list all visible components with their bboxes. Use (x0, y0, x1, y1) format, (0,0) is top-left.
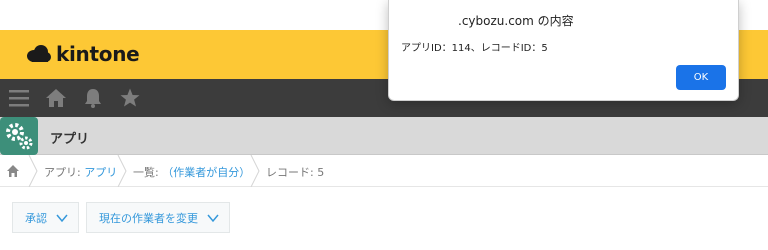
approve-action-button[interactable]: 承認 (12, 202, 79, 233)
menu-icon[interactable] (8, 87, 30, 109)
breadcrumb-view: 一覧: （作業者が自分） (133, 164, 250, 180)
cloud-logo-icon (27, 45, 51, 62)
app-gear-icon[interactable] (0, 117, 38, 155)
breadcrumb-separator (28, 155, 38, 187)
breadcrumb-record: レコード: 5 (266, 166, 325, 179)
change-assignee-label: 現在の作業者を変更 (99, 211, 198, 225)
breadcrumb-app-link[interactable]: アプリ (84, 166, 117, 179)
breadcrumb-view-link[interactable]: （作業者が自分） (162, 166, 250, 179)
app-header (0, 117, 768, 155)
breadcrumb-home-icon[interactable] (6, 164, 20, 178)
approve-action-label: 承認 (25, 211, 47, 225)
brand-name: kintone (56, 42, 140, 66)
home-icon[interactable] (45, 87, 67, 109)
breadcrumb: アプリ: アプリ 一覧: （作業者が自分） レコード: 5 (0, 155, 768, 187)
chevron-down-icon (207, 214, 219, 223)
dialog-title: .cybozu.com の内容 (458, 14, 574, 28)
alert-dialog: .cybozu.com の内容 アプリID：114、レコードID：5 OK (388, 0, 739, 101)
breadcrumb-separator (117, 155, 127, 187)
bell-icon[interactable] (82, 87, 104, 109)
app-title: アプリ (50, 132, 90, 147)
breadcrumb-app: アプリ: アプリ (44, 164, 117, 180)
breadcrumb-separator (250, 155, 260, 187)
kintone-logo[interactable]: kintone (26, 42, 140, 66)
chevron-down-icon (56, 214, 68, 223)
breadcrumb-app-prefix: アプリ: (44, 166, 85, 179)
ok-button[interactable]: OK (676, 65, 726, 90)
dialog-message: アプリID：114、レコードID：5 (401, 43, 548, 54)
change-assignee-button[interactable]: 現在の作業者を変更 (86, 202, 230, 233)
star-icon[interactable] (119, 87, 141, 109)
breadcrumb-view-prefix: 一覧: (133, 166, 163, 179)
